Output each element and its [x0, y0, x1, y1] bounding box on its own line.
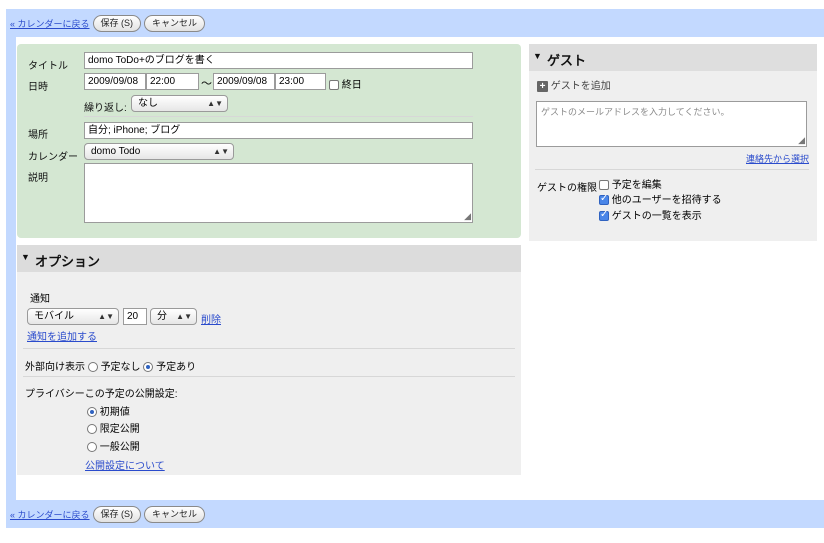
guest-permissions-label: ゲストの権限 — [537, 183, 597, 194]
add-guests-label: ゲストを追加 — [550, 81, 611, 92]
select-arrows-icon: ▲▼ — [207, 99, 223, 108]
reminder-method-value: モバイル — [34, 311, 74, 322]
guests-header[interactable]: ▼ ゲスト — [529, 44, 817, 71]
guest-email-placeholder: ゲストのメールアドレスを入力してください。 — [541, 107, 730, 117]
title-label: タイトル — [28, 61, 68, 72]
divider — [84, 116, 473, 117]
repeat-select[interactable]: なし ▲▼ — [131, 95, 228, 112]
where-input[interactable]: 自分; iPhone; ブログ — [84, 122, 473, 139]
start-date-input[interactable]: 2009/09/08 — [84, 73, 146, 90]
perm-invite-label: 他のユーザーを招待する — [611, 195, 722, 206]
privacy-public-radio[interactable] — [87, 442, 97, 453]
event-details-panel: タイトル domo ToDo+のブログを書く 日時 2009/09/08 22:… — [17, 44, 521, 238]
reminder-method-select[interactable]: モバイル ▲▼ — [27, 308, 119, 325]
options-panel: 通知 モバイル ▲▼ 20 分 ▲▼ 削除 通知を追加する 外部向け表示 予定な… — [17, 272, 521, 475]
end-date-input[interactable]: 2009/09/08 — [213, 73, 275, 90]
calendar-select-value: domo Todo — [91, 146, 141, 157]
available-label: 予定なし — [100, 362, 141, 373]
options-header[interactable]: ▼ オプション — [17, 245, 521, 272]
range-separator: 〜 — [201, 78, 212, 90]
show-me-as-label: 外部向け表示 — [25, 362, 85, 373]
reminder-amount-input[interactable]: 20 — [123, 308, 147, 325]
privacy-help-link[interactable]: 公開設定について — [85, 457, 165, 472]
calendar-select[interactable]: domo Todo ▲▼ — [84, 143, 234, 160]
where-label: 場所 — [28, 130, 48, 141]
divider — [23, 348, 515, 349]
delete-reminder-link[interactable]: 削除 — [201, 311, 221, 326]
guests-panel: + ゲストを追加 ゲストのメールアドレスを入力してください。 ◢ 連絡先から選択… — [529, 71, 817, 241]
guests-title: ゲスト — [547, 53, 587, 68]
reminder-unit-select[interactable]: 分 ▲▼ — [150, 308, 197, 325]
description-label: 説明 — [28, 173, 48, 184]
perm-invite-checkbox[interactable] — [599, 193, 609, 206]
select-arrows-icon: ▲▼ — [213, 147, 229, 156]
save-button[interactable]: 保存 (S) — [92, 505, 142, 523]
save-button[interactable]: 保存 (S) — [92, 14, 142, 32]
choose-contacts-link[interactable]: 連絡先から選択 — [746, 152, 809, 165]
reminder-unit-value: 分 — [157, 311, 167, 322]
perm-modify-checkbox[interactable] — [599, 180, 609, 191]
resize-grip-icon[interactable]: ◢ — [464, 211, 471, 222]
collapse-triangle-icon: ▼ — [21, 252, 30, 262]
all-day-checkbox[interactable] — [329, 80, 339, 91]
privacy-public-label: 一般公開 — [99, 442, 140, 453]
repeat-label: 繰り返し: — [84, 103, 127, 114]
back-to-calendar-link[interactable]: « カレンダーに戻る — [10, 17, 90, 30]
repeat-select-value: なし — [138, 98, 158, 109]
privacy-private-radio[interactable] — [87, 424, 97, 435]
privacy-default-label: 初期値 — [99, 407, 130, 418]
collapse-triangle-icon: ▼ — [533, 51, 542, 61]
top-toolbar: « カレンダーに戻る 保存 (S) キャンセル — [6, 9, 824, 37]
when-label: 日時 — [28, 82, 48, 93]
bottom-toolbar: « カレンダーに戻る 保存 (S) キャンセル — [6, 500, 824, 528]
privacy-label: プライバシーこの予定の公開設定: — [25, 389, 178, 400]
perm-see-list-label: ゲストの一覧を表示 — [611, 211, 702, 222]
guest-email-input[interactable]: ゲストのメールアドレスを入力してください。 ◢ — [536, 101, 807, 147]
select-arrows-icon: ▲▼ — [98, 312, 114, 321]
all-day-label: 終日 — [341, 80, 362, 91]
calendar-label: カレンダー — [28, 152, 78, 163]
cancel-button[interactable]: キャンセル — [144, 505, 206, 523]
busy-label: 予定あり — [156, 362, 197, 373]
perm-modify-label: 予定を編集 — [611, 180, 662, 191]
reminder-label: 通知 — [30, 294, 50, 305]
busy-radio[interactable] — [143, 362, 154, 373]
divider — [23, 376, 515, 377]
add-guests-button[interactable]: + ゲストを追加 — [537, 77, 611, 92]
cancel-button[interactable]: キャンセル — [144, 14, 206, 32]
end-time-input[interactable]: 23:00 — [275, 73, 326, 90]
add-reminder-link[interactable]: 通知を追加する — [27, 328, 97, 343]
privacy-default-radio[interactable] — [87, 407, 97, 418]
start-time-input[interactable]: 22:00 — [146, 73, 199, 90]
select-arrows-icon: ▲▼ — [176, 312, 192, 321]
resize-grip-icon[interactable]: ◢ — [798, 135, 805, 146]
title-input[interactable]: domo ToDo+のブログを書く — [84, 52, 473, 69]
perm-see-list-checkbox[interactable] — [599, 209, 609, 222]
divider — [535, 169, 809, 170]
options-title: オプション — [35, 254, 101, 269]
plus-icon: + — [537, 80, 548, 92]
description-textarea[interactable]: ◢ — [84, 163, 473, 223]
available-radio[interactable] — [87, 362, 98, 373]
privacy-private-label: 限定公開 — [99, 424, 140, 435]
back-to-calendar-link[interactable]: « カレンダーに戻る — [10, 508, 90, 521]
